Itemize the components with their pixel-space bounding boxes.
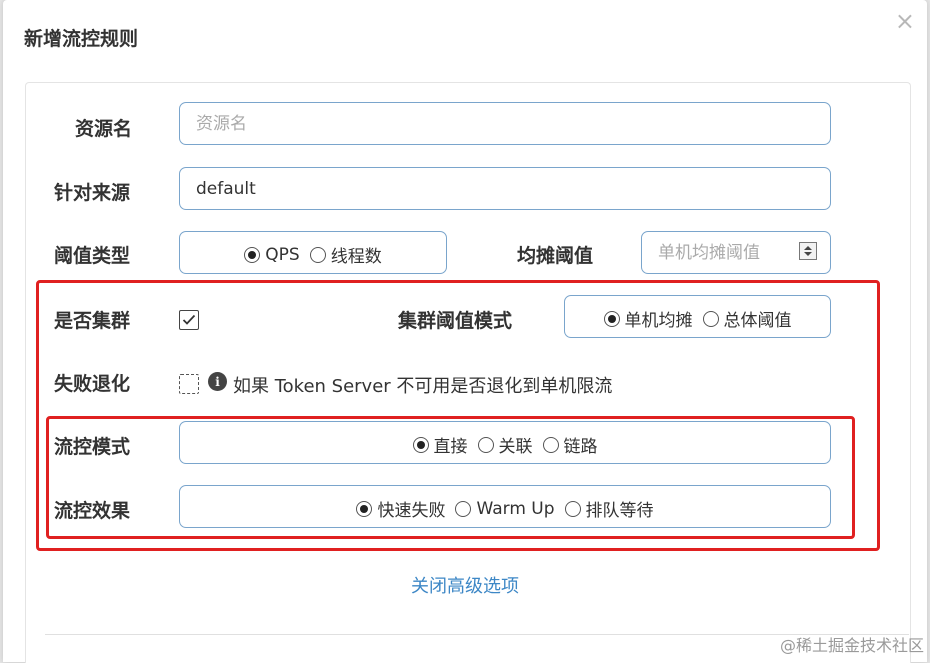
radio-unchecked-icon[interactable] — [477, 436, 494, 453]
radio-unchecked-icon[interactable] — [309, 246, 326, 263]
close-advanced-options-link[interactable]: 关闭高级选项 — [0, 572, 930, 598]
option-label: Warm Up — [476, 498, 555, 519]
info-icon: i — [208, 372, 227, 391]
radio-option-relate[interactable]: 关联 — [477, 432, 533, 457]
option-label: 链路 — [563, 437, 598, 457]
check-icon — [182, 314, 196, 325]
radio-option-threads[interactable]: 线程数 — [309, 242, 382, 267]
radio-option-direct[interactable]: 直接 — [412, 432, 468, 457]
radio-unchecked-icon[interactable] — [542, 436, 559, 453]
radio-option-fast-fail[interactable]: 快速失败 — [356, 496, 445, 521]
control-mode-group: 直接 关联 链路 — [179, 421, 831, 464]
fallback-hint: 如果 Token Server 不可用是否退化到单机限流 — [233, 376, 613, 397]
threshold-type-label: 阈值类型 — [54, 245, 131, 267]
option-label: 快速失败 — [377, 501, 446, 521]
radio-option-total-threshold[interactable]: 总体阈值 — [702, 306, 792, 331]
cluster-threshold-mode-label: 集群阈值模式 — [398, 310, 513, 332]
cluster-checkbox[interactable] — [179, 310, 199, 330]
dialog-title: 新增流控规则 — [24, 28, 139, 50]
fallback-checkbox[interactable] — [179, 374, 199, 394]
cluster-threshold-mode-group: 单机均摊 总体阈值 — [564, 295, 831, 338]
add-flow-rule-dialog: 新增流控规则 × 资源名 针对来源 阈值类型 QPS 线程数 均摊阈值 是否集群… — [0, 0, 930, 663]
share-threshold-field — [641, 231, 831, 274]
fallback-label: 失败退化 — [54, 373, 131, 395]
option-label: 单机均摊 — [624, 311, 693, 331]
radio-checked-icon[interactable] — [356, 500, 373, 517]
radio-option-single-share[interactable]: 单机均摊 — [603, 306, 693, 331]
control-mode-label: 流控模式 — [54, 436, 131, 458]
resource-input[interactable] — [179, 102, 831, 145]
radio-unchecked-icon[interactable] — [564, 500, 581, 517]
option-label: 排队等待 — [585, 501, 654, 521]
radio-option-warm-up[interactable]: Warm Up — [455, 498, 555, 519]
resource-label: 资源名 — [75, 118, 133, 140]
radio-unchecked-icon[interactable] — [702, 310, 719, 327]
option-label: 总体阈值 — [723, 311, 792, 331]
option-label: 线程数 — [330, 247, 382, 267]
watermark: @稀土掘金技术社区 — [779, 636, 924, 655]
option-label: 直接 — [433, 437, 468, 457]
option-label: 关联 — [498, 437, 533, 457]
option-label: QPS — [265, 244, 300, 265]
close-icon[interactable]: × — [895, 9, 915, 33]
origin-label: 针对来源 — [54, 182, 131, 204]
radio-option-qps[interactable]: QPS — [244, 244, 300, 265]
number-spinner-icon[interactable] — [799, 242, 817, 260]
threshold-type-group: QPS 线程数 — [179, 231, 447, 274]
cluster-label: 是否集群 — [54, 310, 131, 332]
control-effect-label: 流控效果 — [54, 500, 131, 522]
radio-option-queue[interactable]: 排队等待 — [564, 496, 654, 521]
origin-input[interactable] — [179, 167, 831, 210]
radio-option-chain[interactable]: 链路 — [542, 432, 598, 457]
radio-checked-icon[interactable] — [603, 310, 620, 327]
radio-checked-icon[interactable] — [412, 436, 429, 453]
share-threshold-label: 均摊阈值 — [517, 245, 594, 267]
control-effect-group: 快速失败 Warm Up 排队等待 — [179, 485, 831, 528]
radio-checked-icon[interactable] — [244, 246, 261, 263]
radio-unchecked-icon[interactable] — [455, 500, 472, 517]
